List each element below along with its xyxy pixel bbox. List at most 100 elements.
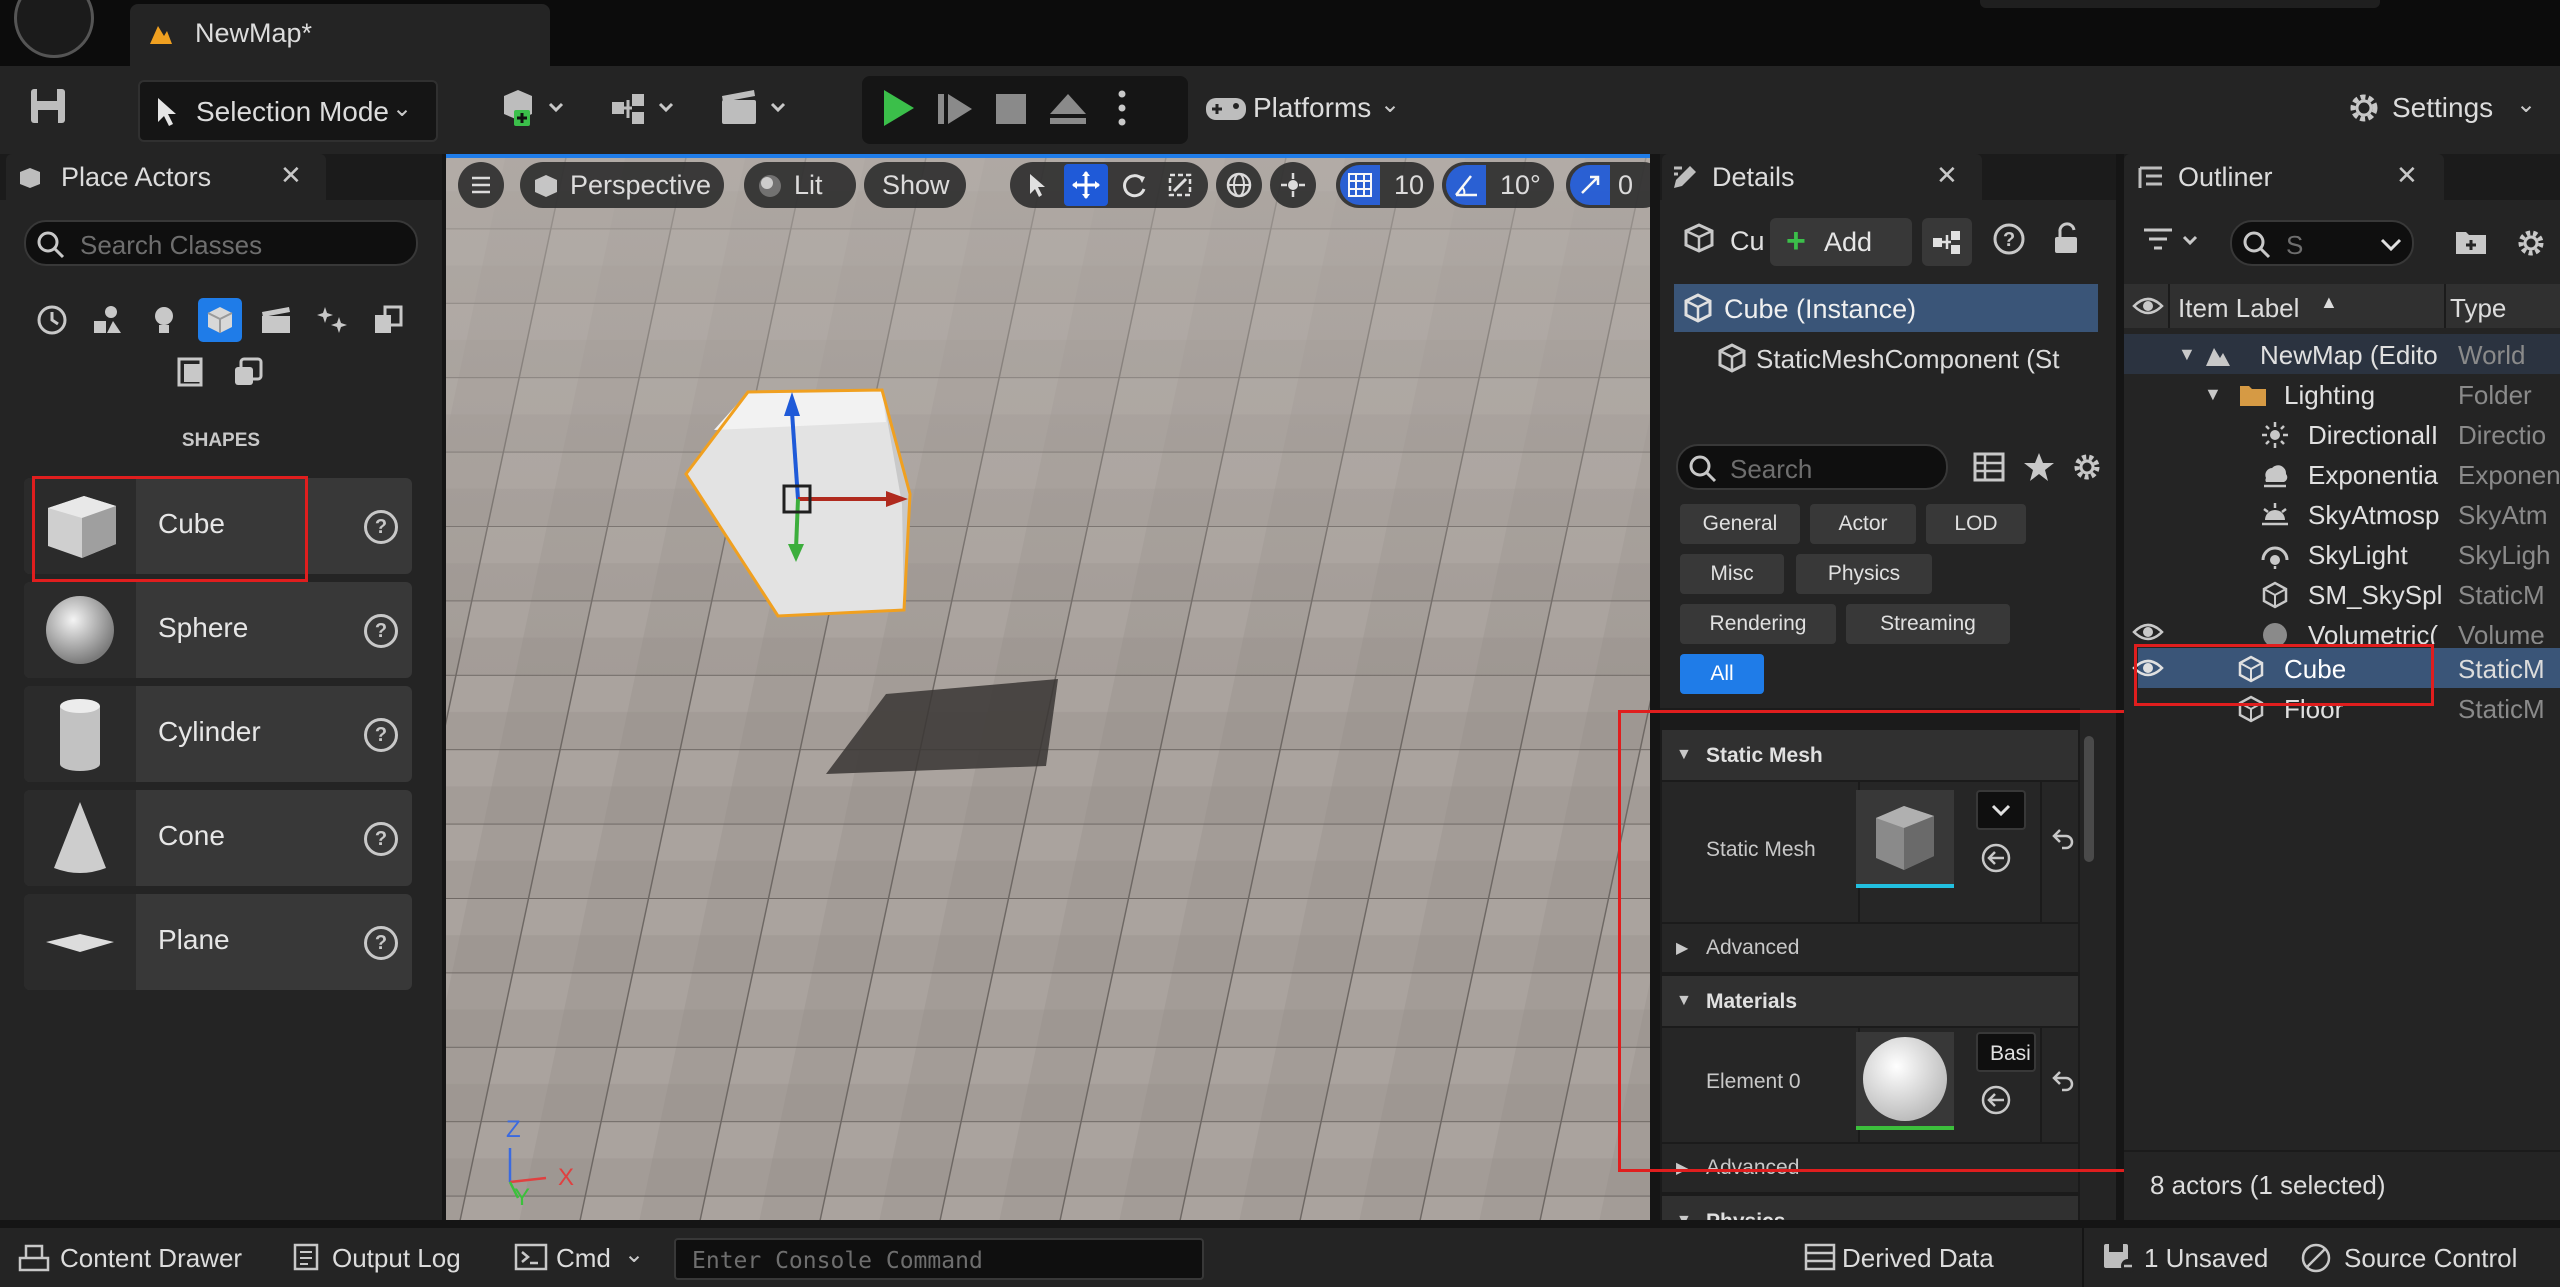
selection-mode-button[interactable]: Selection Mode ⌄	[138, 80, 438, 142]
gear-icon[interactable]	[2344, 88, 2384, 128]
component-row-selected[interactable]: Cube (Instance)	[1674, 284, 2098, 332]
play-icon[interactable]	[878, 86, 918, 130]
component-row[interactable]: StaticMeshComponent (St	[1674, 334, 2114, 380]
stop-icon[interactable]	[994, 92, 1028, 126]
grid-snap-button[interactable]: 10	[1336, 162, 1434, 208]
help-circle-icon[interactable]: ?	[1992, 222, 2026, 256]
outliner-row-directional-light[interactable]: DirectionalI Directio	[2124, 414, 2560, 454]
add-component-button[interactable]: + Add	[1770, 218, 1912, 266]
output-log-button[interactable]: Output Log	[278, 1228, 474, 1287]
blueprint-icon[interactable]	[608, 86, 680, 130]
console-command-input[interactable]: Enter Console Command	[674, 1238, 1204, 1280]
help-icon[interactable]: ?	[364, 718, 398, 752]
outliner-row-lighting[interactable]: ▼ Lighting Folder	[2124, 374, 2560, 414]
console-command-placeholder: Enter Console Command	[692, 1248, 983, 1274]
filter-misc[interactable]: Misc	[1680, 554, 1784, 594]
details-search-input[interactable]: Search	[1676, 444, 1948, 490]
get-started-icon[interactable]	[226, 350, 270, 394]
filter-lod[interactable]: LOD	[1926, 504, 2026, 544]
help-icon[interactable]: ?	[364, 822, 398, 856]
shape-item-cone[interactable]: Cone ?	[24, 790, 412, 886]
filter-streaming[interactable]: Streaming	[1846, 604, 2010, 644]
star-icon[interactable]	[2022, 450, 2056, 484]
move-tool-icon[interactable]	[1064, 164, 1108, 206]
close-icon[interactable]: ✕	[1936, 160, 1958, 191]
volumes-icon[interactable]	[366, 298, 410, 342]
close-icon[interactable]: ✕	[2396, 160, 2418, 191]
surface-snap-icon[interactable]	[1270, 162, 1316, 208]
basic-actors-icon[interactable]	[86, 298, 130, 342]
save-icon[interactable]	[28, 86, 68, 126]
visibility-eye-icon[interactable]	[2132, 292, 2164, 320]
select-tool-icon[interactable]	[1018, 166, 1058, 204]
filter-icon[interactable]	[2142, 224, 2206, 258]
platforms-button[interactable]: Platforms	[1253, 92, 1371, 124]
recently-placed-icon[interactable]	[30, 298, 74, 342]
all-classes-icon[interactable]	[170, 350, 214, 394]
place-actors-tab[interactable]: Place Actors ✕	[6, 154, 326, 200]
filter-general[interactable]: General	[1680, 504, 1800, 544]
source-control-button[interactable]: Source Control	[2290, 1228, 2560, 1287]
shapes-icon[interactable]	[198, 298, 242, 342]
visibility-eye-icon[interactable]	[2132, 618, 2164, 644]
settings-button[interactable]: Settings	[2392, 92, 2493, 124]
cmd-button[interactable]: Cmd ⌄	[500, 1228, 650, 1287]
outliner-row-volumetric-cloud[interactable]: Volumetric( Volume	[2124, 614, 2560, 644]
show-button[interactable]: Show	[864, 162, 966, 208]
type-column-header[interactable]: Type	[2450, 293, 2506, 324]
derived-data-button[interactable]: Derived Data	[1780, 1228, 2030, 1287]
outliner-row-sky-sphere[interactable]: SM_SkySpl StaticM	[2124, 574, 2560, 614]
blueprint-convert-icon[interactable]	[1922, 218, 1972, 266]
search-classes-input[interactable]: Search Classes	[24, 220, 418, 266]
close-icon[interactable]: ✕	[280, 160, 302, 191]
lock-icon[interactable]	[2050, 222, 2084, 256]
filter-actor[interactable]: Actor	[1810, 504, 1916, 544]
outliner-settings-gear-icon[interactable]	[2514, 226, 2548, 260]
platforms-icon[interactable]	[1204, 88, 1248, 128]
item-label-column-header[interactable]: Item Label	[2178, 293, 2299, 324]
details-settings-gear-icon[interactable]	[2070, 450, 2104, 484]
lit-button[interactable]: Lit	[744, 162, 856, 208]
lights-icon[interactable]	[142, 298, 186, 342]
help-icon[interactable]: ?	[364, 510, 398, 544]
outliner-row-sky-light[interactable]: SkyLight SkyLigh	[2124, 534, 2560, 574]
outliner-tab[interactable]: Outliner ✕	[2124, 154, 2444, 200]
add-actor-icon[interactable]	[498, 86, 570, 130]
advance-frame-icon[interactable]	[936, 90, 976, 128]
rotate-tool-icon[interactable]	[1114, 166, 1154, 204]
map-tab[interactable]	[130, 4, 550, 66]
help-icon[interactable]: ?	[364, 926, 398, 960]
content-drawer-button[interactable]: Content Drawer	[0, 1228, 262, 1287]
shape-item-cylinder[interactable]: Cylinder ?	[24, 686, 412, 782]
viewport-menu-icon[interactable]	[458, 162, 504, 208]
outliner-row-sky-atmosphere[interactable]: SkyAtmosp SkyAtm	[2124, 494, 2560, 534]
section-physics[interactable]: ▼ Physics	[1662, 1196, 2078, 1220]
outliner-search-input[interactable]: S	[2230, 220, 2414, 266]
search-dropdown-chevron-icon[interactable]	[2380, 238, 2402, 252]
cinematic-icon[interactable]	[254, 298, 298, 342]
rotation-snap-button[interactable]: 10°	[1442, 162, 1554, 208]
cinematics-icon[interactable]	[718, 86, 790, 130]
help-icon[interactable]: ?	[364, 614, 398, 648]
shape-item-plane[interactable]: Plane ?	[24, 894, 412, 990]
new-folder-icon[interactable]	[2454, 226, 2488, 256]
outliner-row-world[interactable]: ▼ NewMap (Edito World	[2124, 334, 2560, 374]
outliner-row-exponential-fog[interactable]: Exponentia Exponen	[2124, 454, 2560, 494]
table-view-icon[interactable]	[1972, 450, 2006, 484]
scale-tool-icon[interactable]	[1160, 166, 1200, 204]
scale-snap-button[interactable]: 0	[1566, 162, 1650, 208]
perspective-button[interactable]: Perspective	[520, 162, 724, 208]
actor-name-field[interactable]: Cu	[1730, 226, 1765, 257]
level-viewport[interactable]: Perspective Lit Show 10 10° 0 Z X Y	[446, 154, 1650, 1220]
unreal-logo-icon[interactable]	[14, 0, 94, 58]
filter-rendering[interactable]: Rendering	[1680, 604, 1836, 644]
filter-physics[interactable]: Physics	[1796, 554, 1932, 594]
details-tab[interactable]: Details ✕	[1662, 154, 1982, 200]
eject-icon[interactable]	[1048, 90, 1088, 126]
visual-effects-icon[interactable]	[310, 298, 354, 342]
filter-all[interactable]: All	[1680, 654, 1764, 694]
unsaved-button[interactable]: 1 Unsaved	[2094, 1228, 2284, 1287]
world-local-icon[interactable]	[1216, 162, 1262, 208]
shape-item-sphere[interactable]: Sphere ?	[24, 582, 412, 678]
more-options-icon[interactable]	[1112, 86, 1132, 130]
